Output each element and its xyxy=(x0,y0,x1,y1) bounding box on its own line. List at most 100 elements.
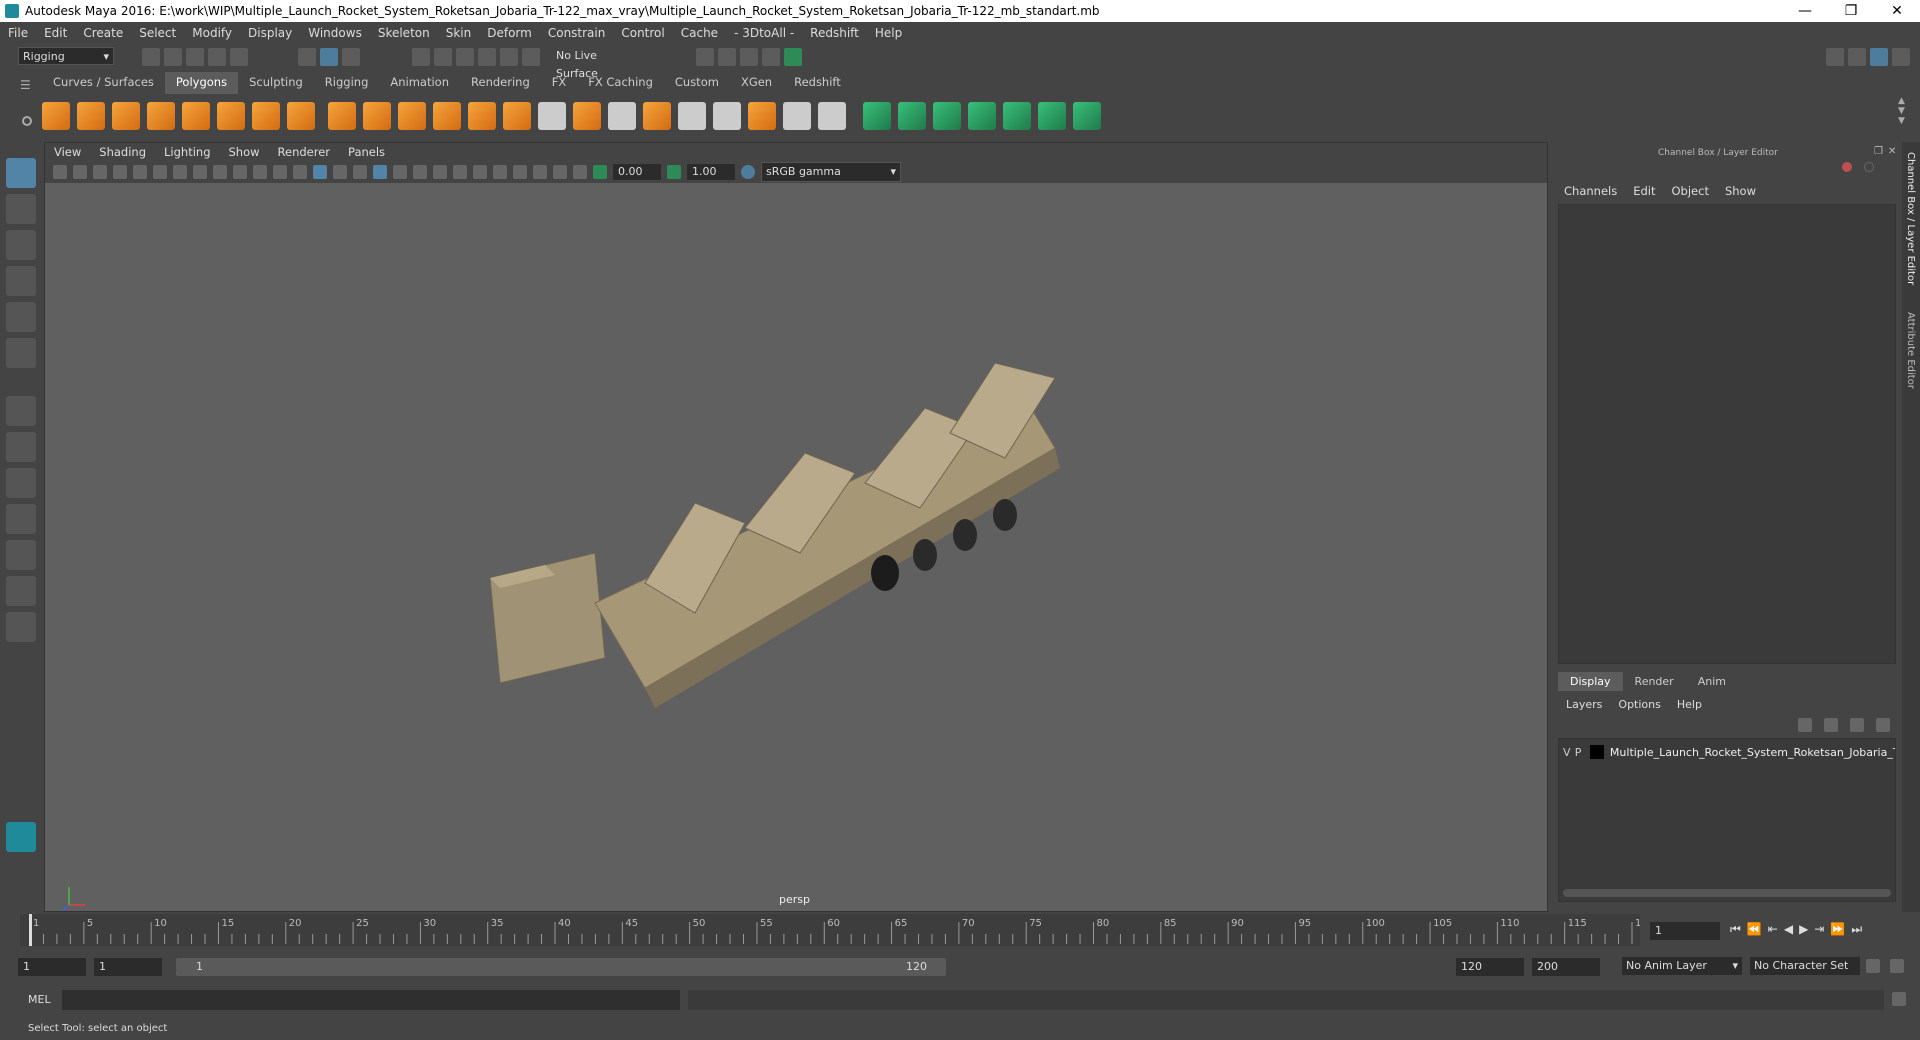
bookmark-icon[interactable] xyxy=(93,165,107,179)
outliner-layout-icon[interactable] xyxy=(6,576,36,606)
select-hierarchy-icon[interactable] xyxy=(298,48,316,66)
redo-icon[interactable] xyxy=(230,48,248,66)
planar-uv-icon[interactable] xyxy=(863,102,891,130)
snap-point-icon[interactable] xyxy=(456,48,474,66)
poly-torus-icon[interactable] xyxy=(217,102,245,130)
depth-of-field-icon[interactable] xyxy=(493,165,507,179)
poly-plane-icon[interactable] xyxy=(182,102,210,130)
extrude-icon[interactable] xyxy=(573,102,601,130)
merge-icon[interactable] xyxy=(783,102,811,130)
persp-graph-layout-icon[interactable] xyxy=(6,504,36,534)
textured-icon[interactable] xyxy=(373,165,387,179)
layer-playback-toggle[interactable]: P xyxy=(1575,746,1591,759)
fill-hole-icon[interactable] xyxy=(748,102,776,130)
tab-sculpting[interactable]: Sculpting xyxy=(238,72,314,94)
help-menu[interactable]: Help xyxy=(1677,698,1702,711)
step-back-key-icon[interactable]: ⇤ xyxy=(1768,922,1778,937)
tab-redshift[interactable]: Redshift xyxy=(783,72,852,94)
menu-cache[interactable]: Cache xyxy=(673,26,726,40)
anim-layer-dropdown[interactable]: No Anim Layer ▾ xyxy=(1622,957,1742,975)
image-plane-icon[interactable] xyxy=(113,165,127,179)
uv-checker-icon[interactable] xyxy=(1038,102,1066,130)
select-tool-icon[interactable] xyxy=(6,158,36,188)
smooth-shade-icon[interactable] xyxy=(313,165,327,179)
history-icon[interactable] xyxy=(522,48,540,66)
move-tool-icon[interactable] xyxy=(6,266,36,296)
channel-box-icon[interactable] xyxy=(1842,162,1852,172)
scale-tool-icon[interactable] xyxy=(6,338,36,368)
field-chart-icon[interactable] xyxy=(253,165,267,179)
tab-rendering[interactable]: Rendering xyxy=(460,72,541,94)
move-layer-down-icon[interactable] xyxy=(1824,718,1838,732)
move-layer-up-icon[interactable] xyxy=(1798,718,1812,732)
viewport-menu-view[interactable]: View xyxy=(45,145,90,159)
persp-outliner-layout-icon[interactable] xyxy=(6,540,36,570)
new-empty-layer-icon[interactable] xyxy=(1850,718,1864,732)
channel-box-toggle-icon[interactable] xyxy=(1892,48,1910,66)
open-scene-icon[interactable] xyxy=(164,48,182,66)
restore-button[interactable]: ❐ xyxy=(1828,3,1874,19)
time-slider[interactable]: 1 5 10 15 20 25 30 35 40 45 50 55 60 65 70 75 80 85 90 95 10… xyxy=(20,914,1654,946)
render-frame-icon[interactable] xyxy=(718,48,736,66)
start-time-field[interactable]: 1 xyxy=(18,958,86,976)
backface-culling-icon[interactable] xyxy=(573,165,587,179)
shelf-menu-icon[interactable]: ☰ xyxy=(20,78,36,92)
film-gate-icon[interactable] xyxy=(193,165,207,179)
boolean-icon[interactable] xyxy=(503,102,531,130)
grease-pencil-icon[interactable] xyxy=(153,165,167,179)
render-settings-icon[interactable] xyxy=(762,48,780,66)
smooth-icon[interactable] xyxy=(433,102,461,130)
tab-polygons[interactable]: Polygons xyxy=(164,72,239,94)
layout-more-icon[interactable] xyxy=(6,612,36,642)
workspace-icon[interactable] xyxy=(1826,48,1844,66)
tab-fx-caching[interactable]: FX Caching xyxy=(577,72,664,94)
bevel-icon[interactable] xyxy=(643,102,671,130)
select-component-icon[interactable] xyxy=(342,48,360,66)
menu-display[interactable]: Display xyxy=(240,26,300,40)
play-forward-icon[interactable]: ▶ xyxy=(1799,922,1808,937)
side-tab-attribute-editor[interactable]: Attribute Editor xyxy=(1905,312,1916,389)
poly-pipe-icon[interactable] xyxy=(287,102,315,130)
hypershade-icon[interactable] xyxy=(784,48,802,66)
viewport-menu-renderer[interactable]: Renderer xyxy=(269,145,340,159)
safe-action-icon[interactable] xyxy=(273,165,287,179)
current-time-indicator[interactable] xyxy=(29,914,32,946)
play-backward-icon[interactable]: ◀ xyxy=(1784,922,1793,937)
tab-animation[interactable]: Animation xyxy=(379,72,460,94)
viewport-panel[interactable]: View Shading Lighting Show Renderer Pane… xyxy=(44,142,1548,912)
layer-editor-icon[interactable] xyxy=(1864,162,1874,172)
wireframe-icon[interactable] xyxy=(293,165,307,179)
menu-modify[interactable]: Modify xyxy=(184,26,240,40)
step-back-icon[interactable]: ⏪ xyxy=(1747,922,1762,937)
channel-list[interactable] xyxy=(1558,204,1896,664)
single-perspective-layout-icon[interactable] xyxy=(6,396,36,426)
go-to-start-icon[interactable]: ⏮ xyxy=(1730,922,1741,937)
snap-grid-icon[interactable] xyxy=(412,48,430,66)
menu-constrain[interactable]: Constrain xyxy=(540,26,614,40)
go-to-end-icon[interactable]: ⏭ xyxy=(1851,922,1862,937)
ipr-render-icon[interactable] xyxy=(740,48,758,66)
options-menu[interactable]: Options xyxy=(1618,698,1660,711)
show-menu[interactable]: Show xyxy=(1725,184,1756,198)
menu-deform[interactable]: Deform xyxy=(479,26,540,40)
wireframe-on-shaded-icon[interactable] xyxy=(333,165,347,179)
save-scene-icon[interactable] xyxy=(186,48,204,66)
motion-blur-icon[interactable] xyxy=(453,165,467,179)
tab-render[interactable]: Render xyxy=(1623,672,1686,691)
tab-xgen[interactable]: XGen xyxy=(730,72,783,94)
layer-name[interactable]: Multiple_Launch_Rocket_System_Roketsan_J… xyxy=(1610,746,1895,759)
rotate-tool-icon[interactable] xyxy=(6,302,36,332)
tab-anim[interactable]: Anim xyxy=(1686,672,1738,691)
minimize-button[interactable]: — xyxy=(1782,3,1828,19)
shelf-scroll-icon[interactable]: ▲ ▼ ▼ xyxy=(1898,96,1905,126)
menu-skin[interactable]: Skin xyxy=(438,26,480,40)
rocket-launcher-model[interactable] xyxy=(489,362,1060,708)
side-tab-channel-box[interactable]: Channel Box / Layer Editor xyxy=(1905,152,1916,285)
toolbox-toggle-icon[interactable] xyxy=(1870,48,1888,66)
mirror-icon[interactable] xyxy=(468,102,496,130)
tab-custom[interactable]: Custom xyxy=(664,72,730,94)
separate-icon[interactable] xyxy=(363,102,391,130)
spherical-uv-icon[interactable] xyxy=(933,102,961,130)
lasso-tool-icon[interactable] xyxy=(6,194,36,224)
side-by-side-layout-icon[interactable] xyxy=(6,468,36,498)
